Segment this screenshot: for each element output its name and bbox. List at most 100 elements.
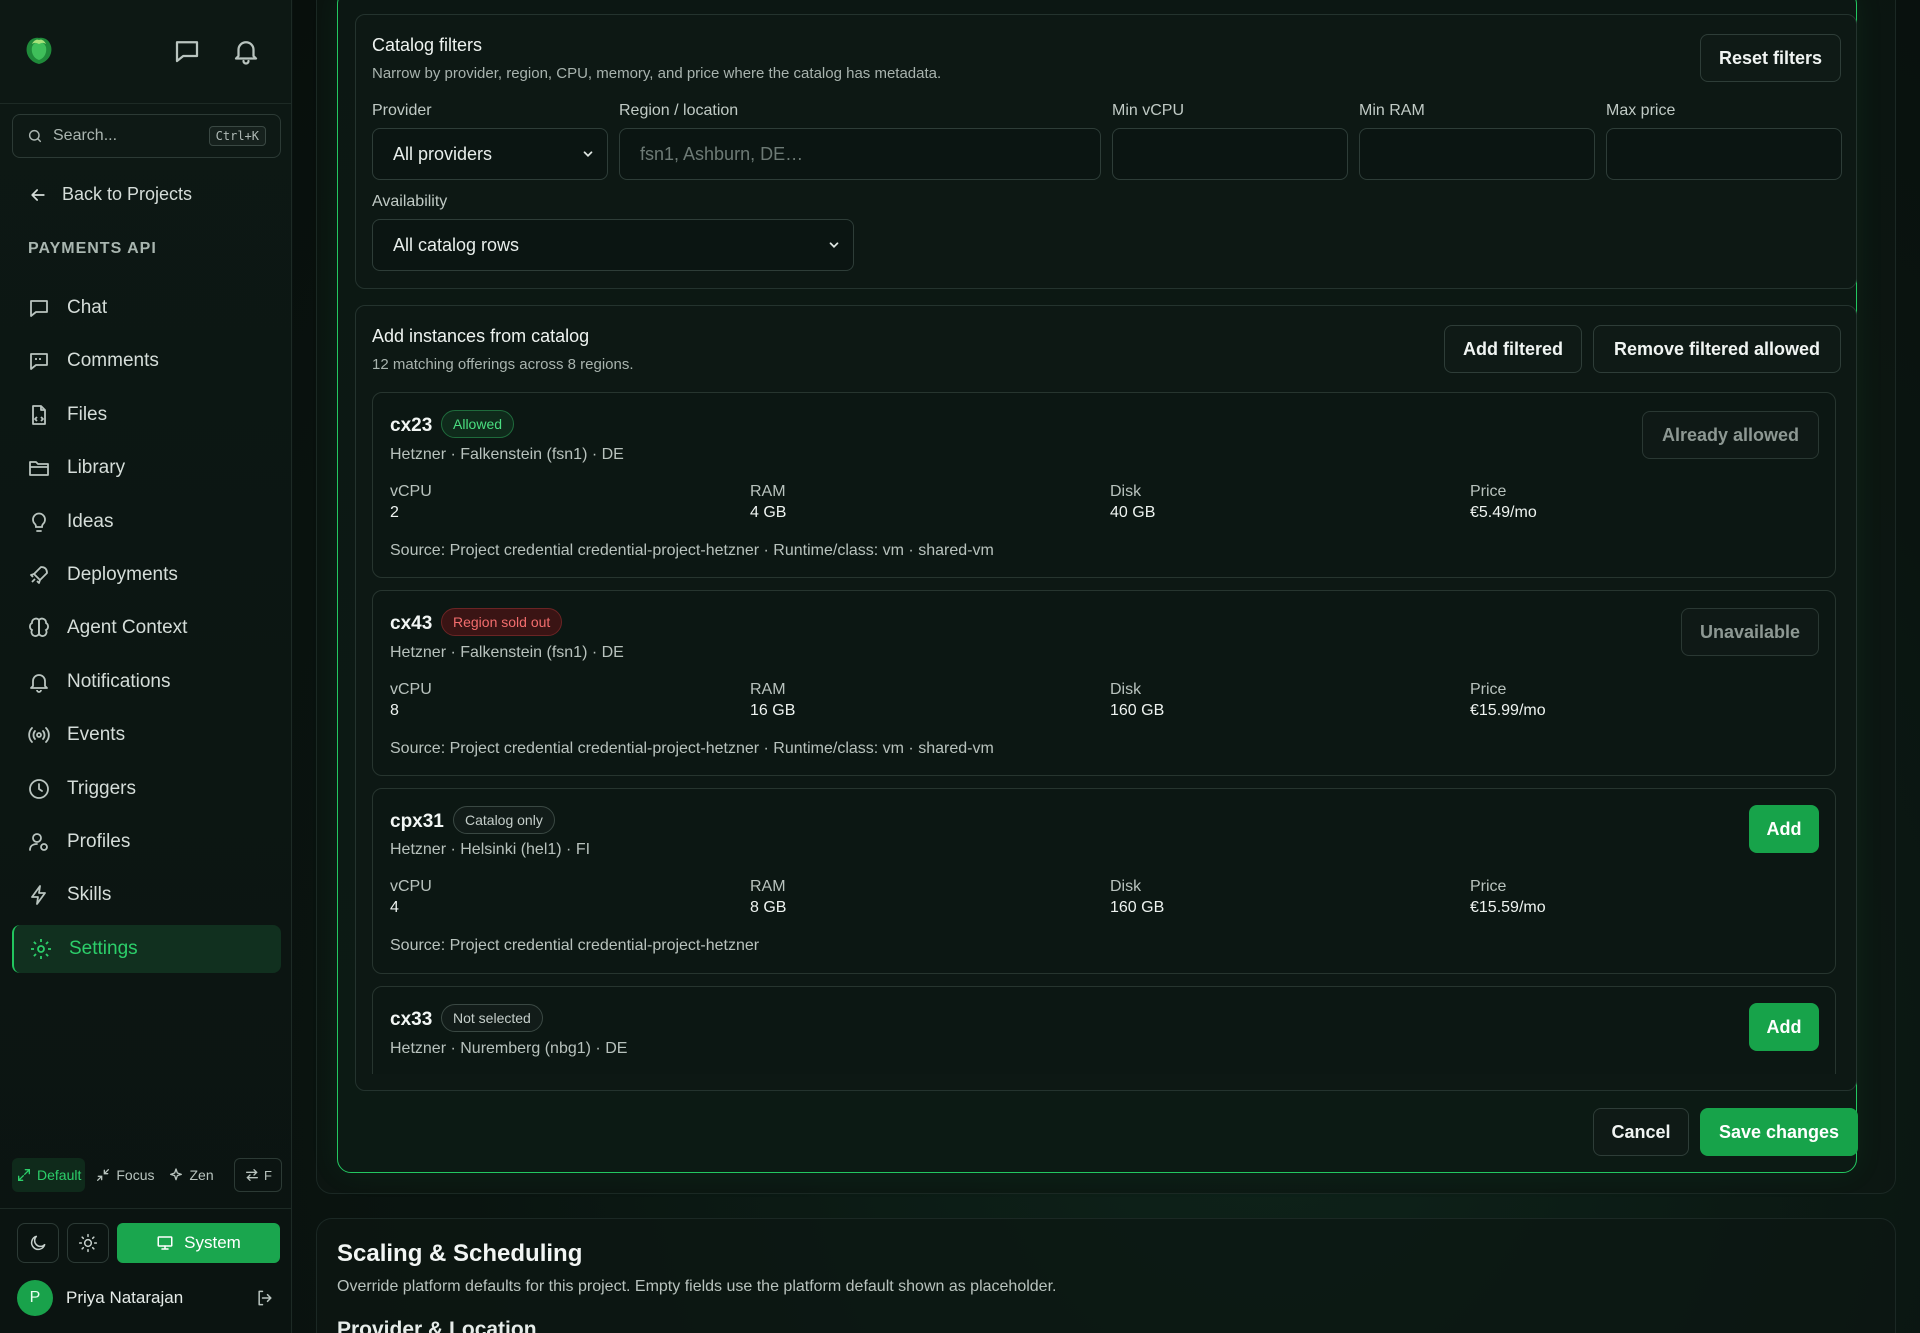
catalog-subtitle: 12 matching offerings across 8 regions. — [372, 356, 634, 373]
unavailable-button[interactable]: Unavailable — [1681, 608, 1819, 656]
sidebar-header — [0, 0, 291, 104]
sidebar-item-label: Profiles — [67, 830, 131, 852]
sidebar-item-profiles[interactable]: Profiles — [12, 818, 281, 866]
offering-clip: cx33 Not selected Hetzner · Nuremberg (n… — [372, 986, 1836, 1074]
sidebar-item-label: Deployments — [67, 563, 178, 585]
cancel-button[interactable]: Cancel — [1593, 1108, 1689, 1156]
sun-icon — [78, 1233, 98, 1253]
app-logo-icon[interactable] — [22, 34, 56, 68]
sidebar-item-skills[interactable]: Skills — [12, 871, 281, 919]
reset-filters-button[interactable]: Reset filters — [1700, 34, 1841, 82]
min-ram-label: Min RAM — [1359, 102, 1425, 119]
sidebar-item-files[interactable]: Files — [12, 391, 281, 439]
swap-label: F — [264, 1167, 272, 1183]
back-to-projects-link[interactable]: Back to Projects — [28, 184, 192, 205]
status-badge: Not selected — [441, 1004, 543, 1032]
offering-location: Hetzner · Nuremberg (nbg1) · DE — [390, 1040, 628, 1057]
spec-disk-label: Disk — [1110, 878, 1142, 895]
sidebar-item-triggers[interactable]: Triggers — [12, 765, 281, 813]
spec-vcpu-label: vCPU — [390, 681, 432, 698]
offering-card: cx23 Allowed Hetzner · Falkenstein (fsn1… — [372, 392, 1836, 578]
availability-select[interactable]: All catalog rows — [372, 219, 854, 271]
spec-price-label: Price — [1470, 681, 1507, 698]
avatar[interactable]: P — [17, 1280, 53, 1316]
spec-vcpu-label: vCPU — [390, 878, 432, 895]
add-offering-button[interactable]: Add — [1749, 805, 1819, 853]
sidebar-item-deployments[interactable]: Deployments — [12, 551, 281, 599]
spec-ram-label: RAM — [750, 483, 786, 500]
chat-icon[interactable] — [172, 36, 202, 66]
sidebar-item-notifications[interactable]: Notifications — [12, 658, 281, 706]
mode-default-button[interactable]: Default — [12, 1158, 86, 1192]
sidebar-item-ideas[interactable]: Ideas — [12, 498, 281, 546]
bell-icon[interactable] — [231, 36, 261, 66]
sidebar-item-comments[interactable]: Comments — [12, 337, 281, 385]
bell-icon — [30, 673, 48, 693]
offering-source: Source: Project credential credential-pr… — [390, 937, 760, 954]
filters-title: Catalog filters — [372, 35, 483, 55]
lightbulb-icon — [32, 512, 46, 532]
light-mode-button[interactable] — [67, 1223, 109, 1263]
spec-vcpu-value: 2 — [390, 504, 399, 521]
scaling-subtitle: Override platform defaults for this proj… — [337, 1278, 1057, 1295]
search-placeholder: Search... — [53, 127, 118, 144]
sidebar-item-chat[interactable]: Chat — [12, 284, 281, 332]
sidebar-item-label: Settings — [69, 937, 138, 959]
logout-icon[interactable] — [255, 1288, 275, 1308]
chevron-down-icon — [583, 151, 593, 157]
offering-card: cx43 Region sold out Hetzner · Falkenste… — [372, 590, 1836, 776]
spec-ram-value: 16 GB — [750, 702, 796, 719]
spec-price-value: €5.49/mo — [1470, 504, 1537, 521]
search-shortcut: Ctrl+K — [208, 126, 266, 146]
project-name: PAYMENTS API — [28, 240, 157, 257]
sidebar-item-label: Chat — [67, 297, 108, 318]
sidebar-item-settings[interactable]: Settings — [12, 924, 281, 973]
mode-zen-button[interactable]: Zen — [164, 1158, 217, 1192]
provider-select[interactable]: All providers — [372, 128, 608, 180]
availability-value: All catalog rows — [393, 234, 520, 255]
offering-location: Hetzner · Falkenstein (fsn1) · DE — [390, 644, 624, 661]
min-vcpu-input[interactable] — [1112, 128, 1348, 180]
region-input[interactable]: fsn1, Ashburn, DE… — [619, 128, 1101, 180]
provider-location-heading: Provider & Location — [337, 1318, 537, 1333]
sidebar-item-label: Skills — [67, 884, 112, 906]
moon-icon — [30, 1235, 46, 1251]
min-ram-input[interactable] — [1359, 128, 1595, 180]
spec-ram-label: RAM — [750, 681, 786, 698]
system-theme-button[interactable]: System — [117, 1223, 280, 1263]
min-vcpu-label: Min vCPU — [1112, 102, 1185, 119]
spec-ram-value: 8 GB — [750, 899, 787, 916]
mode-focus-button[interactable]: Focus — [91, 1158, 158, 1192]
sidebar-item-library[interactable]: Library — [12, 444, 281, 492]
spec-price-value: €15.59/mo — [1470, 899, 1546, 916]
broadcast-icon — [28, 727, 50, 744]
brain-icon — [29, 618, 49, 638]
sidebar-item-events[interactable]: Events — [12, 711, 281, 759]
sidebar-item-agent-context[interactable]: Agent Context — [12, 604, 281, 652]
spec-price-label: Price — [1470, 878, 1507, 895]
sparkle-icon — [170, 1168, 183, 1181]
max-price-input[interactable] — [1606, 128, 1842, 180]
back-label: Back to Projects — [62, 184, 193, 204]
sidebar-item-label: Events — [67, 724, 126, 746]
add-filtered-button[interactable]: Add filtered — [1444, 325, 1582, 373]
sidebar-nav: Chat Comments Files Library Ideas Deploy… — [12, 284, 281, 978]
availability-label: Availability — [372, 193, 448, 210]
spec-ram-value: 4 GB — [750, 504, 787, 521]
search-input[interactable]: Search... Ctrl+K — [12, 114, 281, 158]
swap-layout-button[interactable]: F — [234, 1158, 282, 1192]
offering-location: Hetzner · Falkenstein (fsn1) · DE — [390, 446, 624, 463]
layout-mode-switcher: Default Focus Zen F — [12, 1158, 282, 1192]
spec-vcpu-value: 4 — [390, 899, 399, 916]
shrink-icon — [97, 1169, 110, 1181]
chevron-down-icon — [829, 242, 839, 248]
remove-filtered-allowed-button[interactable]: Remove filtered allowed — [1593, 325, 1841, 373]
dark-mode-button[interactable] — [17, 1223, 59, 1263]
already-allowed-button[interactable]: Already allowed — [1642, 411, 1819, 459]
save-changes-button[interactable]: Save changes — [1700, 1108, 1858, 1156]
offering-name: cx33 — [390, 1009, 433, 1030]
mode-zen-label: Zen — [189, 1167, 214, 1183]
add-offering-button[interactable]: Add — [1749, 1003, 1819, 1051]
region-placeholder: fsn1, Ashburn, DE… — [640, 143, 804, 164]
arrow-left-icon — [31, 188, 45, 201]
